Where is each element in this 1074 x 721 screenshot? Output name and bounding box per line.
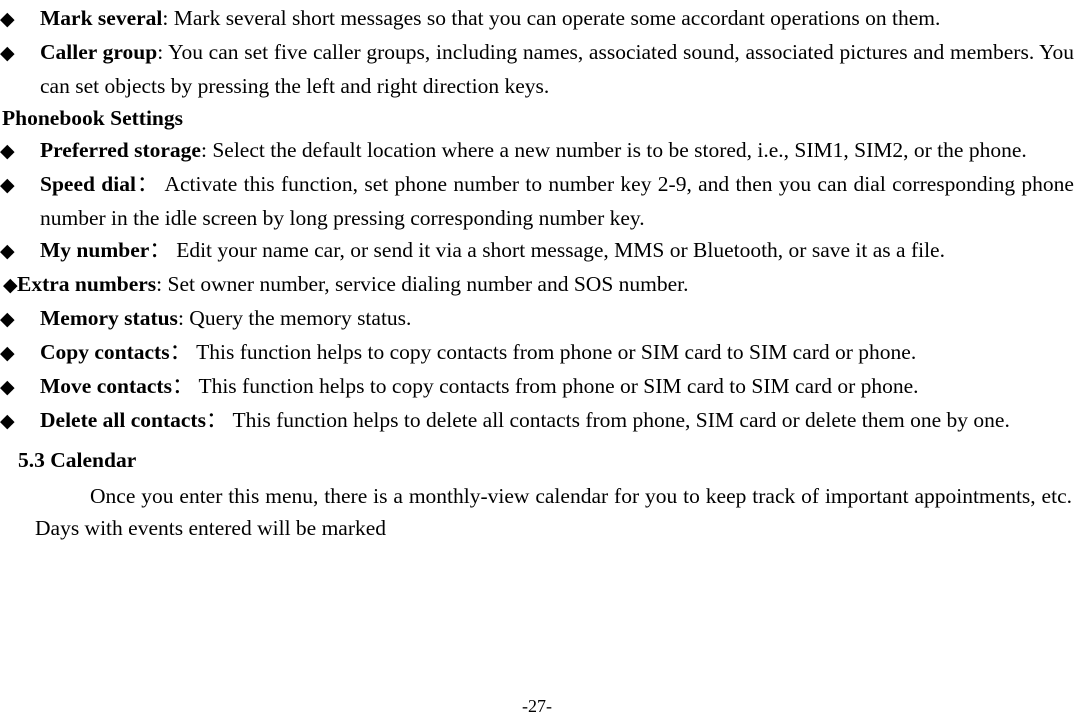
- list-item-description: Query the memory status.: [183, 306, 412, 330]
- list-item-description: Mark several short messages so that you …: [168, 6, 941, 30]
- list-item-description: This function helps to copy contacts fro…: [191, 340, 917, 364]
- list-item-description: This function helps to delete all contac…: [227, 408, 1010, 432]
- list-item: ◆ Memory status: Query the memory status.: [0, 302, 1074, 336]
- list-item: ◆ Copy contacts： This function helps to c…: [0, 336, 1074, 370]
- list-item-separator: ：: [171, 374, 194, 398]
- list-item: ◆ Mark several: Mark several short messag…: [0, 2, 1074, 36]
- diamond-bullet-icon: ◆: [0, 9, 15, 30]
- list-item-description: Set owner number, service dialing number…: [162, 272, 689, 296]
- list-item-term: Move contacts: [40, 374, 172, 398]
- list-item-separator: ：: [135, 172, 160, 196]
- list-item-description: Edit your name car, or send it via a sho…: [170, 238, 945, 262]
- list-item: ◆ Move contacts： This function helps to c…: [0, 370, 1074, 404]
- list-item-description: You can set five caller groups, includin…: [40, 40, 1074, 98]
- page-number-footer: -27-: [522, 696, 552, 716]
- list-item-term: Copy contacts: [40, 340, 170, 364]
- list-item-term: My number: [40, 238, 150, 262]
- page-body: ◆ Mark several: Mark several short messag…: [0, 0, 1074, 544]
- diamond-bullet-icon: ◆: [0, 343, 15, 364]
- list-item: ◆ Caller group: You can set five caller g…: [0, 36, 1074, 102]
- list-item: ◆ Preferred storage: Select the default l…: [0, 134, 1074, 168]
- document-page: ◆ Mark several: Mark several short messag…: [0, 0, 1074, 721]
- diamond-bullet-icon: ◆: [0, 141, 15, 162]
- list-item: ◆Extra numbers: Set owner number, servic…: [0, 268, 1074, 302]
- list-item-term: Mark several: [40, 6, 163, 30]
- list-item-term: Delete all contacts: [40, 408, 206, 432]
- calendar-description-paragraph: Once you enter this menu, there is a mon…: [35, 484, 1072, 540]
- list-item-term: Memory status: [40, 306, 178, 330]
- section-heading-phonebook-settings: Phonebook Settings: [2, 106, 183, 130]
- diamond-bullet-icon: ◆: [3, 275, 18, 296]
- section-heading-calendar: 5.3 Calendar: [18, 448, 137, 472]
- diamond-bullet-icon: ◆: [0, 309, 15, 330]
- list-item-description: This function helps to copy contacts fro…: [193, 374, 919, 398]
- list-item-term: Caller group: [40, 40, 158, 64]
- diamond-bullet-icon: ◆: [0, 377, 15, 398]
- diamond-bullet-icon: ◆: [0, 43, 15, 64]
- diamond-bullet-icon: ◆: [0, 175, 15, 196]
- list-item-separator: ：: [169, 340, 192, 364]
- list-item-term: Speed dial: [40, 172, 136, 196]
- list-item-description: Activate this function, set phone number…: [40, 172, 1074, 230]
- list-item-separator: ：: [149, 238, 171, 262]
- list-item: ◆ Delete all contacts： This function help…: [0, 404, 1074, 438]
- list-item-term: Extra numbers: [17, 272, 157, 296]
- list-item-description: Select the default location where a new …: [206, 138, 1027, 162]
- list-item-separator: ：: [205, 408, 228, 432]
- diamond-bullet-icon: ◆: [0, 411, 15, 432]
- diamond-bullet-icon: ◆: [0, 241, 15, 262]
- list-item: ◆ My number： Edit your name car, or send …: [0, 234, 1074, 268]
- list-item: ◆ Speed dial： Activate this function, set…: [0, 168, 1074, 234]
- list-item-term: Preferred storage: [40, 138, 201, 162]
